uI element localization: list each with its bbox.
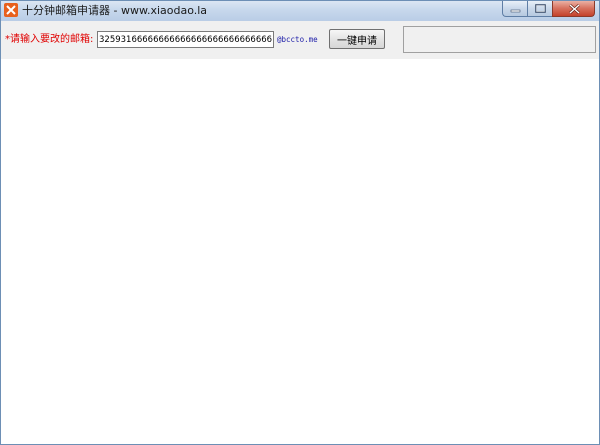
domain-suffix-label: @bccto.me: [277, 35, 318, 44]
minimize-icon: [510, 9, 521, 13]
app-window: 十分钟邮箱申请器 - www.xiaodao.la *请输入要改的邮箱: 325…: [0, 0, 600, 445]
maximize-icon: [535, 4, 546, 13]
close-button[interactable]: [552, 1, 595, 17]
email-label: *请输入要改的邮箱:: [5, 34, 94, 45]
close-icon: [569, 4, 580, 14]
title-bar[interactable]: 十分钟邮箱申请器 - www.xiaodao.la: [1, 1, 599, 21]
form-toolbar: *请输入要改的邮箱: @bccto.me 一键申请: [1, 21, 599, 59]
minimize-button[interactable]: [502, 1, 527, 17]
email-input[interactable]: [97, 31, 274, 48]
apply-button[interactable]: 一键申请: [329, 29, 385, 49]
maximize-button[interactable]: [527, 1, 552, 17]
app-logo-icon: [4, 3, 18, 17]
status-box: [403, 26, 596, 53]
window-title: 十分钟邮箱申请器 - www.xiaodao.la: [22, 4, 208, 17]
caption-buttons: [502, 1, 595, 18]
content-area: [1, 59, 599, 444]
